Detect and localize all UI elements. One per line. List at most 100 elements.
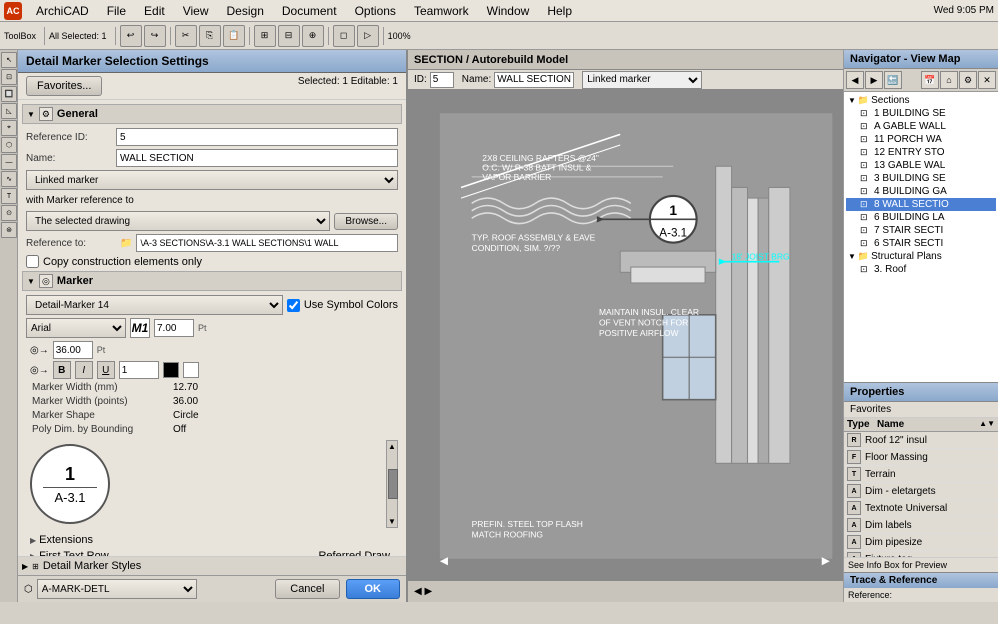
menu-file[interactable]: File bbox=[99, 2, 134, 20]
favorites-button[interactable]: Favorites... bbox=[26, 76, 102, 96]
nav-item-3[interactable]: ⊡ 11 PORCH WA bbox=[846, 133, 996, 146]
marker-divider-line bbox=[43, 487, 96, 488]
tool-2[interactable]: 🔲 bbox=[1, 86, 17, 102]
menu-options[interactable]: Options bbox=[347, 2, 404, 20]
nav-item-4[interactable]: ⊡ 12 ENTRY STO bbox=[846, 146, 996, 159]
nav-calendar-btn[interactable]: 📅 bbox=[921, 71, 939, 89]
italic-button[interactable]: I bbox=[75, 361, 93, 379]
tool-8[interactable]: T bbox=[1, 188, 17, 204]
ok-button[interactable]: OK bbox=[346, 579, 401, 599]
cancel-button[interactable]: Cancel bbox=[275, 579, 339, 599]
id-input[interactable] bbox=[430, 72, 454, 88]
toolbar-btn-9[interactable]: ◻ bbox=[333, 25, 355, 47]
nav-close-btn[interactable]: ✕ bbox=[978, 71, 996, 89]
toolbar-btn-10[interactable]: ▷ bbox=[357, 25, 379, 47]
toolbar-btn-8[interactable]: ⊕ bbox=[302, 25, 324, 47]
bold-button[interactable]: B bbox=[53, 361, 71, 379]
drawing-viewport[interactable]: 1 A-3.1 2X8 CEILING RAFTERS @24" O.C. W/… bbox=[408, 90, 843, 582]
menu-view[interactable]: View bbox=[175, 2, 217, 20]
nav-item-8[interactable]: ⊡ 8 WALL SECTIO bbox=[846, 198, 996, 211]
marker-width-pts-label: Marker Width (points) bbox=[30, 395, 170, 408]
menu-teamwork[interactable]: Teamwork bbox=[406, 2, 477, 20]
drawing-name-input[interactable] bbox=[494, 72, 574, 88]
selected-info-bar: Favorites... Selected: 1 Editable: 1 bbox=[18, 73, 406, 100]
layer-dropdown[interactable]: A-MARK-DETL bbox=[37, 579, 197, 599]
props-row-3[interactable]: T Terrain bbox=[844, 466, 998, 483]
nav-item-10[interactable]: ⊡ 7 STAIR SECTI bbox=[846, 224, 996, 237]
toolbar-btn-3[interactable]: ✂ bbox=[175, 25, 197, 47]
format-row: ◎→ B I U bbox=[26, 361, 398, 379]
menu-design[interactable]: Design bbox=[219, 2, 272, 20]
props-row-1[interactable]: R Roof 12" insul bbox=[844, 432, 998, 449]
tool-5[interactable]: ⬡ bbox=[1, 137, 17, 153]
underline-button[interactable]: U bbox=[97, 361, 115, 379]
marker-width-mm-label: Marker Width (mm) bbox=[30, 381, 170, 394]
general-section-header[interactable]: ▼ ⚙ General bbox=[22, 104, 402, 124]
nav-item-9[interactable]: ⊡ 6 BUILDING LA bbox=[846, 211, 996, 224]
tool-3[interactable]: ◺ bbox=[1, 103, 17, 119]
props-row-7[interactable]: A Dim pipesize bbox=[844, 534, 998, 551]
see-info-box[interactable]: See Info Box for Preview bbox=[844, 557, 998, 572]
nav-roof-item[interactable]: ⊡ 3. Roof bbox=[846, 263, 996, 276]
tool-select[interactable]: ↖ bbox=[1, 52, 17, 68]
name-input[interactable] bbox=[116, 149, 398, 167]
props-row-2[interactable]: F Floor Massing bbox=[844, 449, 998, 466]
structural-plans-group[interactable]: ▼ 📁 Structural Plans bbox=[846, 250, 996, 263]
nav-btn-back[interactable]: 🔙 bbox=[884, 71, 902, 89]
copy-elements-checkbox[interactable] bbox=[26, 255, 39, 268]
nav-btn-1[interactable]: ◀ bbox=[846, 71, 864, 89]
nav-item-7[interactable]: ⊡ 4 BUILDING GA bbox=[846, 185, 996, 198]
nav-settings-btn[interactable]: ⚙ bbox=[959, 71, 977, 89]
menu-help[interactable]: Help bbox=[539, 2, 580, 20]
nav-item-6[interactable]: ⊡ 3 BUILDING SE bbox=[846, 172, 996, 185]
nav-section-icon-4: ⊡ bbox=[860, 147, 872, 158]
main-layout: ↖ ⊡ 🔲 ◺ ⌖ ⬡ — ∿ T ⊙ ⊛ Detail Marker Sele… bbox=[0, 50, 998, 602]
toolbar-btn-7[interactable]: ⊟ bbox=[278, 25, 300, 47]
num-input[interactable] bbox=[119, 361, 159, 379]
nav-home-btn[interactable]: ⌂ bbox=[940, 71, 958, 89]
use-symbol-colors-checkbox[interactable] bbox=[287, 299, 300, 312]
detail-marker-dropdown[interactable]: Detail-Marker 14 bbox=[26, 295, 283, 315]
props-row-4[interactable]: A Dim - eletargets bbox=[844, 483, 998, 500]
selected-drawing-dropdown[interactable]: The selected drawing bbox=[26, 211, 330, 231]
props-row-6[interactable]: A Dim labels bbox=[844, 517, 998, 534]
tool-7[interactable]: ∿ bbox=[1, 171, 17, 187]
properties-favorites[interactable]: Favorites bbox=[844, 402, 998, 418]
toolbar-btn-4[interactable]: ⎘ bbox=[199, 25, 221, 47]
menu-archicad[interactable]: ArchiCAD bbox=[28, 2, 97, 20]
nav-item-1[interactable]: ⊡ 1 BUILDING SE bbox=[846, 107, 996, 120]
color-swatch-white[interactable] bbox=[183, 362, 199, 378]
font-size-input-2[interactable] bbox=[53, 341, 93, 359]
nav-btn-2[interactable]: ▶ bbox=[865, 71, 883, 89]
first-text-row-section[interactable]: ▶ First Text Row Referred Draw bbox=[26, 548, 398, 556]
nav-item-label-7: 4 BUILDING GA bbox=[874, 186, 947, 197]
scroll-down-btn[interactable]: ▼ bbox=[388, 517, 396, 526]
toolbar-btn-1[interactable]: ↩ bbox=[120, 25, 142, 47]
nav-item-2[interactable]: ⊡ A GABLE WALL bbox=[846, 120, 996, 133]
props-row-5[interactable]: A Textnote Universal bbox=[844, 500, 998, 517]
nav-item-11[interactable]: ⊡ 6 STAIR SECTI bbox=[846, 237, 996, 250]
extensions-section[interactable]: ▶ Extensions bbox=[26, 532, 398, 548]
nav-item-5[interactable]: ⊡ 13 GABLE WAL bbox=[846, 159, 996, 172]
sections-group[interactable]: ▼ 📁 Sections bbox=[846, 94, 996, 107]
toolbar-btn-6[interactable]: ⊞ bbox=[254, 25, 276, 47]
menu-document[interactable]: Document bbox=[274, 2, 345, 20]
tool-6[interactable]: — bbox=[1, 154, 17, 170]
tool-10[interactable]: ⊛ bbox=[1, 222, 17, 238]
menu-edit[interactable]: Edit bbox=[136, 2, 173, 20]
toolbar-btn-5[interactable]: 📋 bbox=[223, 25, 245, 47]
menu-window[interactable]: Window bbox=[479, 2, 538, 20]
tool-1[interactable]: ⊡ bbox=[1, 69, 17, 85]
tool-9[interactable]: ⊙ bbox=[1, 205, 17, 221]
color-swatch-black[interactable] bbox=[163, 362, 179, 378]
linked-marker-dropdown[interactable]: Linked marker bbox=[26, 170, 398, 190]
marker-section-header[interactable]: ▼ ◎ Marker bbox=[22, 271, 402, 291]
scroll-up-btn[interactable]: ▲ bbox=[388, 442, 396, 451]
browse-button[interactable]: Browse... bbox=[334, 213, 398, 230]
font-select-dropdown[interactable]: Arial bbox=[26, 318, 126, 338]
tool-4[interactable]: ⌖ bbox=[1, 120, 17, 136]
ref-id-input[interactable] bbox=[116, 128, 398, 146]
toolbar-btn-2[interactable]: ↪ bbox=[144, 25, 166, 47]
drawing-linked-marker-dropdown[interactable]: Linked marker bbox=[582, 71, 702, 89]
font-size-input-1[interactable] bbox=[154, 319, 194, 337]
